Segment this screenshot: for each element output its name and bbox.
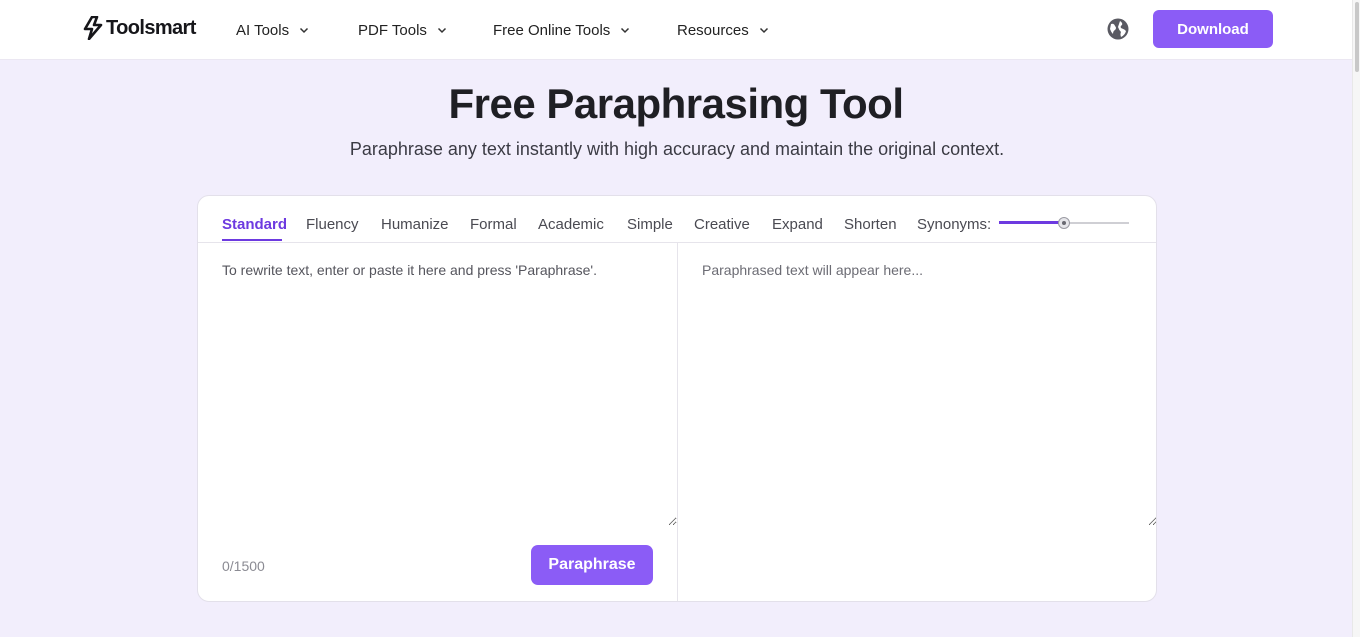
toolsmart-logo[interactable]: Toolsmart — [83, 15, 196, 41]
synonyms-label: Synonyms: — [917, 216, 992, 233]
active-tab-indicator — [222, 239, 282, 241]
nav-label: Resources — [677, 21, 749, 39]
input-text-area[interactable] — [222, 262, 677, 526]
top-header: Toolsmart AI Tools PDF Tools Free Online… — [0, 0, 1352, 60]
lightning-icon — [83, 16, 103, 40]
nav-label: PDF Tools — [358, 21, 427, 39]
nav-free-online-tools[interactable]: Free Online Tools — [493, 0, 630, 60]
nav-label: AI Tools — [236, 21, 290, 39]
tab-expand[interactable]: Expand — [772, 216, 823, 233]
scrollbar-thumb[interactable] — [1355, 2, 1359, 72]
chevron-down-icon — [437, 27, 446, 34]
nav-label: Free Online Tools — [493, 21, 611, 39]
paraphrase-button[interactable]: Paraphrase — [531, 545, 653, 585]
slider-fill — [999, 221, 1064, 224]
nav-pdf-tools[interactable]: PDF Tools — [358, 0, 447, 60]
tab-standard[interactable]: Standard — [222, 216, 287, 233]
logo-text: Toolsmart — [106, 16, 196, 39]
slider-thumb[interactable] — [1058, 217, 1070, 229]
page-scrollbar[interactable] — [1352, 0, 1360, 637]
nav-ai-tools[interactable]: AI Tools — [236, 0, 309, 60]
download-button[interactable]: Download — [1153, 10, 1273, 48]
mode-tabs: Standard Fluency Humanize Formal Academi… — [198, 196, 1156, 243]
synonyms-slider[interactable] — [999, 217, 1129, 229]
tab-shorten[interactable]: Shorten — [844, 216, 897, 233]
tab-humanize[interactable]: Humanize — [381, 216, 449, 233]
tab-creative[interactable]: Creative — [694, 216, 750, 233]
tab-fluency[interactable]: Fluency — [306, 216, 359, 233]
character-counter: 0/1500 — [222, 558, 265, 574]
nav-resources[interactable]: Resources — [677, 0, 769, 60]
tab-simple[interactable]: Simple — [627, 216, 673, 233]
output-text-area[interactable] — [702, 262, 1156, 526]
page-title: Free Paraphrasing Tool — [448, 80, 905, 127]
chevron-down-icon — [759, 27, 768, 34]
chevron-down-icon — [621, 27, 630, 34]
panel-divider — [677, 243, 678, 601]
tab-academic[interactable]: Academic — [538, 216, 604, 233]
chevron-down-icon — [300, 27, 309, 34]
paraphrase-tool-card: Standard Fluency Humanize Formal Academi… — [197, 195, 1157, 602]
tab-formal[interactable]: Formal — [470, 216, 517, 233]
globe-icon[interactable] — [1106, 17, 1130, 41]
page-subtitle: Paraphrase any text instantly with high … — [349, 139, 1005, 159]
